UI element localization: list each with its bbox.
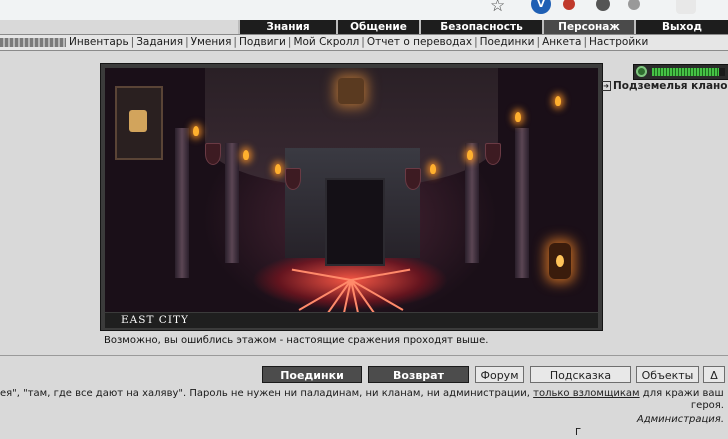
top-nav-character[interactable]: Персонаж [542,20,634,34]
hp-bar [652,68,725,76]
wall-shield [205,143,221,165]
warning-text-prefix: ея", "там, где все дают на халяву". Паро… [0,388,534,399]
forum-button[interactable]: Форум [475,366,524,383]
sub-nav-separator: | [474,36,478,48]
torch-flame [243,150,249,160]
sub-nav: Инвентарь | Задания | Умения | Подвиги | Мой… [0,34,728,51]
column [225,143,239,263]
cut-off-text: Г [575,427,582,438]
back-button[interactable]: Возврат [368,366,469,383]
sub-nav-settings[interactable]: Настройки [589,35,648,50]
location-frame: EAST CITY [100,63,603,331]
browser-toolbar: ☆ V [0,0,728,20]
top-nav-knowledge[interactable]: Знания [238,20,336,34]
top-nav-security[interactable]: Безопасность [419,20,542,34]
wall-shield [485,143,501,165]
bottom-buttons: Поединки Возврат Форум Подсказка Объекты… [0,366,728,383]
sub-nav-my-scroll[interactable]: Мой Скролл [293,35,359,50]
warning-text: ея", "там, где все дают на халяву". Паро… [0,388,724,400]
sub-nav-transfer-report[interactable]: Отчет о переводах [367,35,472,50]
torch-flame [515,112,521,122]
sub-nav-separator: | [233,36,237,48]
column [465,143,479,263]
sub-nav-fights[interactable]: Поединки [480,35,535,50]
sub-nav-items: Инвентарь | Задания | Умения | Подвиги | Мой… [69,35,648,50]
location-name: EAST CITY [105,313,598,328]
hp-widget [633,64,728,80]
extension-red-icon[interactable] [563,0,575,10]
hackers-link[interactable]: только взломщикам [533,388,639,399]
extension-gray-icon[interactable] [628,0,640,10]
bookmark-star-icon[interactable]: ☆ [490,0,505,16]
clan-banner [115,86,163,160]
divider [0,355,728,356]
sub-nav-achievements[interactable]: Подвиги [239,35,286,50]
fights-button[interactable]: Поединки [262,366,362,383]
hp-bar-fill [652,68,720,76]
column [175,128,189,278]
torch-flame [193,126,199,136]
warning-text-end: героя. [690,400,724,411]
top-nav-exit[interactable]: Выход [634,20,728,34]
top-nav: Знания Общение Безопасность Персонаж Вых… [238,20,728,34]
sub-nav-separator: | [361,36,365,48]
lantern[interactable] [549,243,571,279]
delta-button[interactable]: Δ [703,366,725,383]
clan-dungeons-link[interactable]: ➜ Подземелья кланов [601,80,728,92]
top-nav-communication[interactable]: Общение [336,20,419,34]
sub-nav-separator: | [185,36,189,48]
extension-dark-icon[interactable] [596,0,610,11]
location-message: Возможно, вы ошиблись этажом - настоящие… [104,335,489,346]
chandelier [338,78,364,104]
torch-flame [555,96,561,106]
extension-v-icon[interactable]: V [531,0,551,14]
weapon-pile [350,268,411,281]
profile-avatar-icon[interactable] [676,0,696,14]
warning-text-suffix: для кражи вашего [642,388,724,399]
location-scene-image [105,68,598,312]
arrow-right-icon: ➜ [601,81,611,91]
objects-button[interactable]: Объекты [636,366,699,383]
refresh-icon[interactable] [636,66,647,77]
sub-nav-separator: | [583,36,588,48]
torch-flame [467,150,473,160]
weapon-pile [291,268,352,281]
hall-door[interactable] [325,178,385,266]
sub-nav-separator: | [130,36,135,48]
sub-nav-separator: | [287,36,292,48]
sub-nav-separator: | [536,36,541,48]
wall-shield [285,168,301,190]
sub-nav-decoration [0,38,66,47]
wall-shield [405,168,421,190]
column [515,128,529,278]
torch-flame [275,164,281,174]
clan-dungeons-label: Подземелья кланов [613,80,728,92]
sub-nav-profile[interactable]: Анкета [542,35,581,50]
sub-nav-skills[interactable]: Умения [191,35,232,50]
torch-flame [430,164,436,174]
administration-signature: Администрация. [636,414,724,425]
sub-nav-quests[interactable]: Задания [136,35,183,50]
sub-nav-inventory[interactable]: Инвентарь [69,35,129,50]
weapon-pile [350,279,404,311]
hint-button[interactable]: Подсказка [530,366,631,383]
